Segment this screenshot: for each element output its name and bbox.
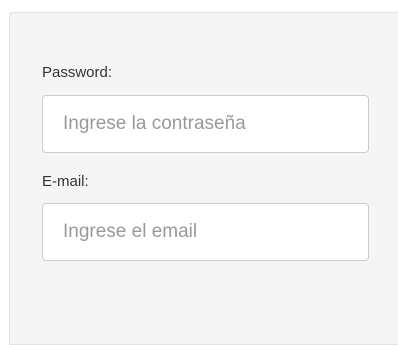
email-label: E-mail: (42, 173, 89, 190)
password-label: Password: (42, 64, 113, 81)
password-input[interactable] (42, 95, 369, 153)
email-input[interactable] (42, 203, 369, 261)
